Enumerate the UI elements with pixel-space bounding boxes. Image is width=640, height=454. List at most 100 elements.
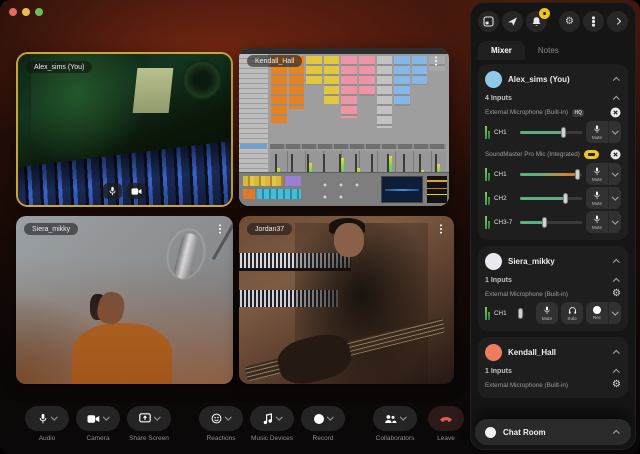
chevron-up-icon	[613, 370, 619, 376]
channel-row: CH1 Mute	[485, 120, 621, 144]
notifications-button[interactable]	[526, 11, 547, 32]
volume-slider[interactable]	[520, 192, 582, 204]
panel-tabs: Mixer Notes	[478, 41, 628, 60]
channel-row: CH1 Mute	[485, 162, 621, 186]
collaborators-button[interactable]: Collaborators	[372, 406, 418, 442]
video-tile-siera-mikky[interactable]: Siera_mikky	[16, 216, 233, 384]
tile-more-options-button[interactable]	[214, 222, 226, 236]
volume-slider[interactable]	[520, 216, 582, 228]
mute-button[interactable]: Mute	[586, 211, 608, 233]
channel-row: CH2 Mute	[485, 186, 621, 210]
remove-device-button[interactable]	[610, 149, 621, 160]
tile-mic-button[interactable]	[103, 183, 122, 199]
section-header[interactable]: Alex_sims (You)	[485, 71, 621, 88]
tab-mixer[interactable]: Mixer	[478, 41, 525, 60]
zoom-window-button[interactable]	[35, 8, 43, 16]
mic-icon	[108, 186, 117, 197]
mixer-section-siera-mikky: Siera_mikky 1 Inputs External Microphone…	[478, 246, 628, 331]
chevron-down-icon	[103, 414, 109, 420]
collapse-inputs-button[interactable]	[611, 369, 621, 374]
section-header[interactable]: Siera_mikky	[485, 253, 621, 270]
video-tile-jordan37[interactable]: Jordan37	[239, 216, 454, 384]
mic-icon	[593, 191, 601, 200]
chevron-down-icon	[276, 414, 282, 420]
device-settings-button[interactable]: ⚙	[612, 289, 621, 299]
expand-chat-button[interactable]	[611, 430, 621, 435]
share-button[interactable]	[502, 11, 523, 32]
mute-button[interactable]: Mute	[586, 163, 608, 185]
camera-button[interactable]: Camera	[75, 406, 121, 442]
chevron-up-icon	[613, 78, 619, 84]
chevron-up-icon	[613, 279, 619, 285]
music-devices-button[interactable]: Music Devices	[249, 406, 295, 442]
mute-button[interactable]: Mute	[586, 187, 608, 209]
call-toolbar: Audio Camera Share Screen	[0, 406, 468, 448]
collapse-section-button[interactable]	[611, 77, 621, 82]
level-meter	[485, 192, 490, 205]
app-window: Alex_sims (You)	[0, 0, 640, 454]
collapse-inputs-button[interactable]	[611, 278, 621, 283]
chevron-down-icon	[51, 414, 57, 420]
device-name: External Microphone (Built-in)	[485, 382, 568, 389]
mute-button[interactable]: Mute	[536, 302, 558, 324]
volume-slider[interactable]	[520, 168, 582, 180]
video-thumbnail	[239, 216, 454, 384]
video-tile-alex-sims[interactable]: Alex_sims (You)	[16, 52, 233, 207]
close-window-button[interactable]	[9, 8, 17, 16]
chevron-down-icon	[154, 414, 160, 420]
layout-button[interactable]	[478, 11, 499, 32]
chat-room-bar[interactable]: Chat Room	[475, 419, 631, 445]
volume-slider[interactable]	[520, 307, 524, 319]
chevron-down-icon	[612, 193, 618, 199]
device-settings-button[interactable]: ⚙	[612, 380, 621, 390]
slider-thumb[interactable]	[542, 217, 547, 228]
solo-button[interactable]: Solo	[561, 302, 583, 324]
mute-button[interactable]: Mute	[586, 121, 608, 143]
share-screen-button[interactable]: Share Screen	[126, 406, 172, 442]
tile-camera-button[interactable]	[127, 183, 146, 199]
chevron-down-icon	[612, 169, 618, 175]
remove-device-button[interactable]	[610, 107, 621, 118]
slider-thumb[interactable]	[575, 169, 580, 180]
channel-options-button[interactable]	[608, 211, 621, 233]
volume-slider[interactable]	[520, 126, 582, 138]
slider-thumb[interactable]	[518, 308, 523, 319]
slider-thumb[interactable]	[563, 193, 568, 204]
chevron-down-icon	[225, 414, 231, 420]
camera-icon	[131, 187, 142, 196]
slider-thumb[interactable]	[561, 127, 566, 138]
channel-options-button[interactable]	[608, 302, 621, 324]
collapse-section-button[interactable]	[611, 259, 621, 264]
channel-options-button[interactable]	[608, 187, 621, 209]
notification-badge	[539, 8, 550, 19]
section-header[interactable]: Kendall_Hall	[485, 344, 621, 361]
chevron-down-icon	[612, 308, 618, 314]
screen-share-tile-kendall[interactable]: Kendall_Hall	[239, 48, 449, 206]
leave-button[interactable]: Leave	[423, 406, 469, 442]
device-name: External Microphone (Built-in)	[485, 291, 568, 298]
audio-button[interactable]: Audio	[24, 406, 70, 442]
headphones-icon	[568, 306, 577, 315]
settings-button[interactable]: ⚙	[559, 11, 580, 32]
chat-avatar	[485, 427, 496, 438]
channel-row: CH1 Mute Solo Rec	[485, 301, 621, 325]
minimize-window-button[interactable]	[22, 8, 30, 16]
collapse-panel-button[interactable]	[607, 11, 628, 32]
tab-notes[interactable]: Notes	[525, 41, 572, 60]
reactions-button[interactable]: Reactions	[198, 406, 244, 442]
avatar	[485, 253, 502, 270]
panel-header: ⚙	[478, 11, 628, 32]
record-button[interactable]: Record	[300, 406, 346, 442]
record-channel-button[interactable]: Rec	[586, 302, 608, 324]
collapse-inputs-button[interactable]	[611, 96, 621, 101]
tile-more-options-button[interactable]	[435, 222, 447, 236]
panel-more-options-button[interactable]	[583, 11, 604, 32]
level-meter	[485, 307, 490, 320]
kebab-icon	[219, 228, 221, 230]
tile-more-options-button[interactable]	[430, 54, 442, 68]
collapse-section-button[interactable]	[611, 350, 621, 355]
mixer-panel: ⚙ Mixer Notes Alex_sims (You)	[470, 2, 636, 450]
chevron-down-icon	[400, 414, 406, 420]
channel-options-button[interactable]	[608, 121, 621, 143]
channel-options-button[interactable]	[608, 163, 621, 185]
